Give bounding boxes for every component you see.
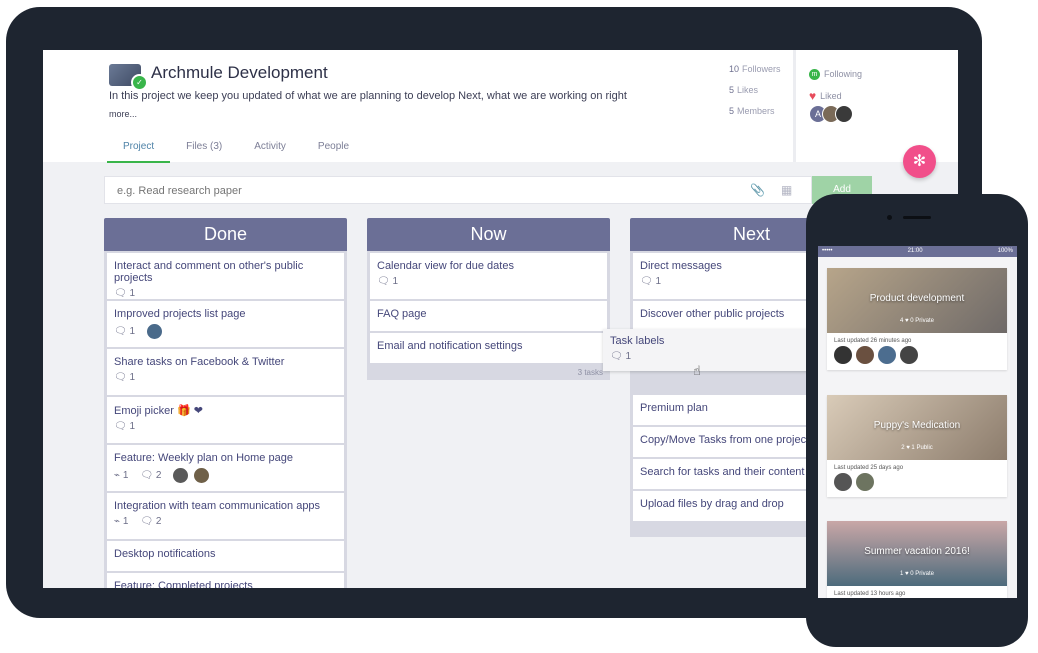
tab-activity[interactable]: Activity bbox=[238, 140, 302, 161]
task-count: 3 tasks bbox=[577, 368, 603, 377]
task-card[interactable]: Feature: Completed projects bbox=[107, 573, 344, 588]
avatar bbox=[856, 473, 874, 491]
following-button[interactable]: m Following bbox=[809, 63, 862, 85]
avatar bbox=[835, 105, 853, 123]
project-title: Archmule Development bbox=[151, 63, 328, 82]
column-body: Interact and comment on other's public p… bbox=[104, 251, 347, 588]
project-card[interactable]: Summer vacation 2016! 1 ♥ 0 Private Last … bbox=[827, 521, 1007, 598]
share-network-icon[interactable]: ✻ bbox=[903, 145, 936, 178]
phone-device: ••••• 21:00 100% Product development 4 ♥ 0 … bbox=[806, 194, 1028, 647]
public-badge-icon: ✓ bbox=[131, 74, 148, 91]
task-card[interactable]: Desktop notifications bbox=[107, 541, 344, 571]
task-card[interactable]: Integration with team communication apps… bbox=[107, 493, 344, 539]
liked-button[interactable]: ♥ Liked bbox=[809, 85, 862, 107]
tab-files[interactable]: Files (3) bbox=[170, 140, 238, 161]
task-card[interactable]: Share tasks on Facebook & Twitter 🗨 1 bbox=[107, 349, 344, 395]
project-card[interactable]: Product development 4 ♥ 0 Private Last up… bbox=[827, 268, 1007, 370]
follow-icon: m bbox=[809, 68, 820, 80]
comment-icon: 🗨 2 bbox=[140, 470, 162, 481]
comment-icon: 🗨 1 bbox=[640, 276, 662, 287]
paperclip-icon: ⌁ 1 bbox=[114, 470, 129, 481]
member-avatars[interactable]: A bbox=[809, 105, 853, 123]
task-input[interactable] bbox=[115, 184, 719, 198]
task-card[interactable]: Calendar view for due dates 🗨 1 bbox=[370, 253, 607, 299]
calendar-icon[interactable]: ▦ bbox=[781, 183, 792, 197]
comment-icon: 🗨 1 bbox=[114, 372, 136, 383]
avatar bbox=[147, 324, 163, 339]
task-card[interactable]: Emoji picker 🎁 ❤ 🗨 1 bbox=[107, 397, 344, 443]
project-tabs: Project Files (3) Activity People bbox=[107, 140, 365, 163]
project-card[interactable]: Puppy's Medication 2 ♥ 1 Public Last upda… bbox=[827, 395, 1007, 497]
heart-icon: ♥ bbox=[809, 89, 817, 103]
comment-icon: 🗨 1 bbox=[377, 276, 399, 287]
avatar bbox=[900, 346, 918, 364]
project-cover: Product development 4 ♥ 0 Private bbox=[827, 268, 1007, 333]
comment-icon: 🗨 2 bbox=[140, 516, 162, 527]
likes-stat[interactable]: 5 Likes bbox=[729, 85, 781, 106]
members-stat[interactable]: 5 Members bbox=[729, 106, 781, 127]
project-cover: Summer vacation 2016! 1 ♥ 0 Private bbox=[827, 521, 1007, 586]
camera bbox=[887, 215, 892, 220]
task-card[interactable]: Feature: Weekly plan on Home page ⌁ 1 🗨 2 bbox=[107, 445, 344, 491]
column-done: Done Interact and comment on other's pub… bbox=[104, 218, 347, 588]
tab-people[interactable]: People bbox=[302, 140, 365, 161]
task-input-bar: 📎 ▦ bbox=[104, 176, 812, 204]
more-link[interactable]: more... bbox=[109, 109, 137, 119]
task-card[interactable]: Interact and comment on other's public p… bbox=[107, 253, 344, 299]
side-actions: m Following ♥ Liked bbox=[809, 63, 862, 107]
project-header: ✓ Archmule Development In this project w… bbox=[43, 50, 958, 163]
comment-icon: 🗨 1 bbox=[610, 351, 632, 362]
avatar bbox=[856, 346, 874, 364]
status-bar: ••••• 21:00 100% bbox=[818, 246, 1017, 257]
task-card[interactable]: Email and notification settings bbox=[370, 333, 607, 363]
avatar bbox=[173, 468, 189, 483]
avatar bbox=[878, 346, 896, 364]
avatar bbox=[834, 346, 852, 364]
task-card[interactable]: Improved projects list page 🗨 1 bbox=[107, 301, 344, 347]
column-title: Now bbox=[367, 218, 610, 251]
paperclip-icon: ⌁ 1 bbox=[114, 516, 129, 527]
project-cover: Puppy's Medication 2 ♥ 1 Public bbox=[827, 395, 1007, 460]
comment-icon: 🗨 1 bbox=[114, 326, 136, 337]
project-description: In this project we keep you updated of w… bbox=[109, 90, 627, 102]
dragging-task-card[interactable]: Task labels 🗨 1 bbox=[603, 329, 813, 371]
column-body: Calendar view for due dates 🗨 1 FAQ page … bbox=[367, 251, 610, 380]
column-title: Done bbox=[104, 218, 347, 251]
task-card[interactable]: FAQ page bbox=[370, 301, 607, 331]
tab-project[interactable]: Project bbox=[107, 140, 171, 163]
hand-cursor-icon: ☝ bbox=[693, 363, 701, 378]
comment-icon: 🗨 1 bbox=[114, 421, 136, 432]
divider bbox=[793, 50, 796, 162]
paperclip-icon[interactable]: 📎 bbox=[750, 183, 765, 197]
column-now: Now Calendar view for due dates 🗨 1 FAQ p… bbox=[367, 218, 610, 380]
phone-screen: ••••• 21:00 100% Product development 4 ♥ 0 … bbox=[818, 246, 1017, 598]
speaker bbox=[903, 216, 931, 219]
comment-icon: 🗨 1 bbox=[114, 288, 136, 299]
project-stats: 10 Followers 5 Likes 5 Members bbox=[729, 64, 781, 127]
avatar bbox=[194, 468, 210, 483]
avatar bbox=[834, 473, 852, 491]
followers-stat[interactable]: 10 Followers bbox=[729, 64, 781, 85]
